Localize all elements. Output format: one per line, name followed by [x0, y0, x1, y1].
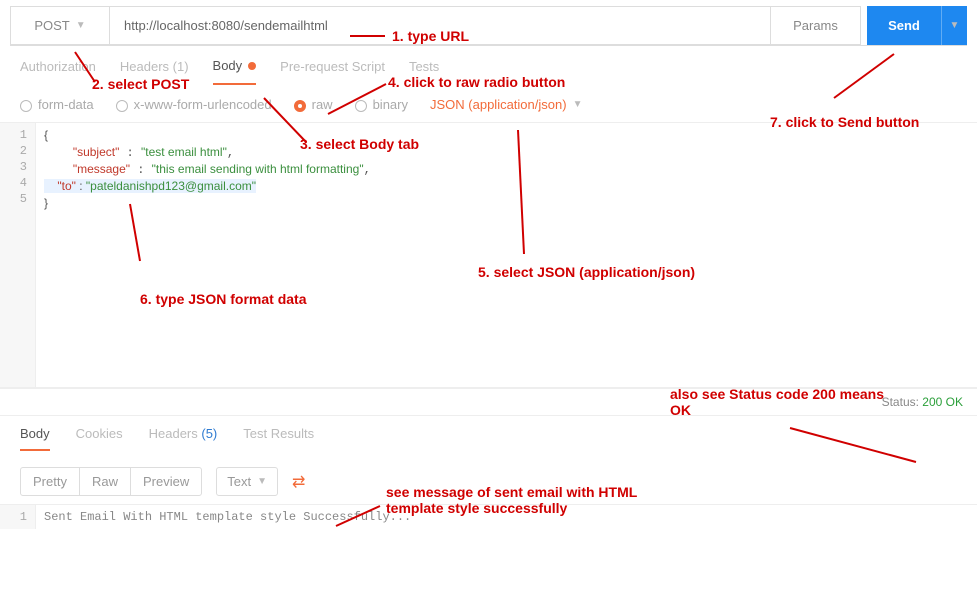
line-gutter: 12345 [0, 123, 36, 387]
send-button[interactable]: Send [867, 6, 941, 45]
seg-label: Pretty [33, 474, 67, 489]
chevron-down-icon: ▼ [257, 476, 267, 487]
resp-tab-body[interactable]: Body [20, 426, 50, 451]
tab-label: Authorization [20, 59, 96, 74]
status-row: Status: 200 OK [0, 388, 977, 415]
params-label: Params [793, 18, 838, 33]
seg-label: Preview [143, 474, 189, 489]
radio-formdata[interactable]: form-data [20, 97, 94, 112]
radio-binary[interactable]: binary [355, 97, 408, 112]
tab-body[interactable]: Body [213, 58, 257, 85]
radio-raw[interactable]: raw [294, 97, 333, 112]
radio-icon [294, 100, 306, 112]
radio-label: raw [312, 97, 333, 112]
modified-dot-icon [248, 62, 256, 70]
status-label: Status: [882, 395, 919, 409]
headers-count: (5) [201, 426, 217, 441]
chevron-down-icon: ▼ [76, 20, 86, 31]
response-body: 1 Sent Email With HTML template style Su… [0, 504, 977, 529]
http-method-label: POST [34, 18, 69, 33]
format-select[interactable]: Text ▼ [216, 467, 278, 496]
params-button[interactable]: Params [771, 6, 861, 45]
line-gutter: 1 [0, 505, 36, 529]
tab-label: Headers [149, 426, 198, 441]
tab-headers[interactable]: Headers (1) [120, 58, 189, 85]
tab-label: Body [20, 426, 50, 441]
tab-label: Test Results [243, 426, 314, 441]
seg-label: Raw [92, 474, 118, 489]
send-dropdown-button[interactable]: ▼ [941, 6, 967, 45]
resp-tab-cookies[interactable]: Cookies [76, 426, 123, 451]
tab-label: Tests [409, 59, 439, 74]
resp-tab-headers[interactable]: Headers (5) [149, 426, 218, 451]
tab-prerequest[interactable]: Pre-request Script [280, 58, 385, 85]
raw-button[interactable]: Raw [80, 468, 131, 495]
status-value: 200 OK [922, 395, 963, 409]
radio-xwww[interactable]: x-www-form-urlencoded [116, 97, 272, 112]
chevron-down-icon: ▼ [950, 20, 960, 31]
send-label: Send [888, 18, 920, 33]
radio-label: binary [373, 97, 408, 112]
tab-label: Body [213, 58, 243, 73]
tab-label: Pre-request Script [280, 59, 385, 74]
code-area: { "subject" : "test email html", "messag… [36, 123, 977, 387]
response-text: Sent Email With HTML template style Succ… [36, 505, 977, 529]
url-input[interactable]: http://localhost:8080/sendemailhtml [110, 6, 771, 45]
request-body-editor[interactable]: 12345 { "subject" : "test email html", "… [0, 123, 977, 388]
radio-label: form-data [38, 97, 94, 112]
tab-authorization[interactable]: Authorization [20, 58, 96, 85]
resp-tab-tests[interactable]: Test Results [243, 426, 314, 451]
radio-icon [20, 100, 32, 112]
view-mode-segment: Pretty Raw Preview [20, 467, 202, 496]
pretty-button[interactable]: Pretty [21, 468, 80, 495]
url-text: http://localhost:8080/sendemailhtml [124, 18, 328, 33]
content-type-select[interactable]: JSON (application/json) ▼ [430, 97, 582, 112]
radio-icon [355, 100, 367, 112]
radio-icon [116, 100, 128, 112]
chevron-down-icon: ▼ [573, 99, 583, 110]
format-label: Text [227, 474, 251, 489]
wrap-icon[interactable]: ⇄ [292, 472, 305, 492]
radio-label: x-www-form-urlencoded [134, 97, 272, 112]
tab-label: Cookies [76, 426, 123, 441]
content-type-label: JSON (application/json) [430, 97, 567, 112]
http-method-select[interactable]: POST ▼ [10, 6, 110, 45]
preview-button[interactable]: Preview [131, 468, 201, 495]
tab-label: Headers (1) [120, 59, 189, 74]
tab-tests[interactable]: Tests [409, 58, 439, 85]
